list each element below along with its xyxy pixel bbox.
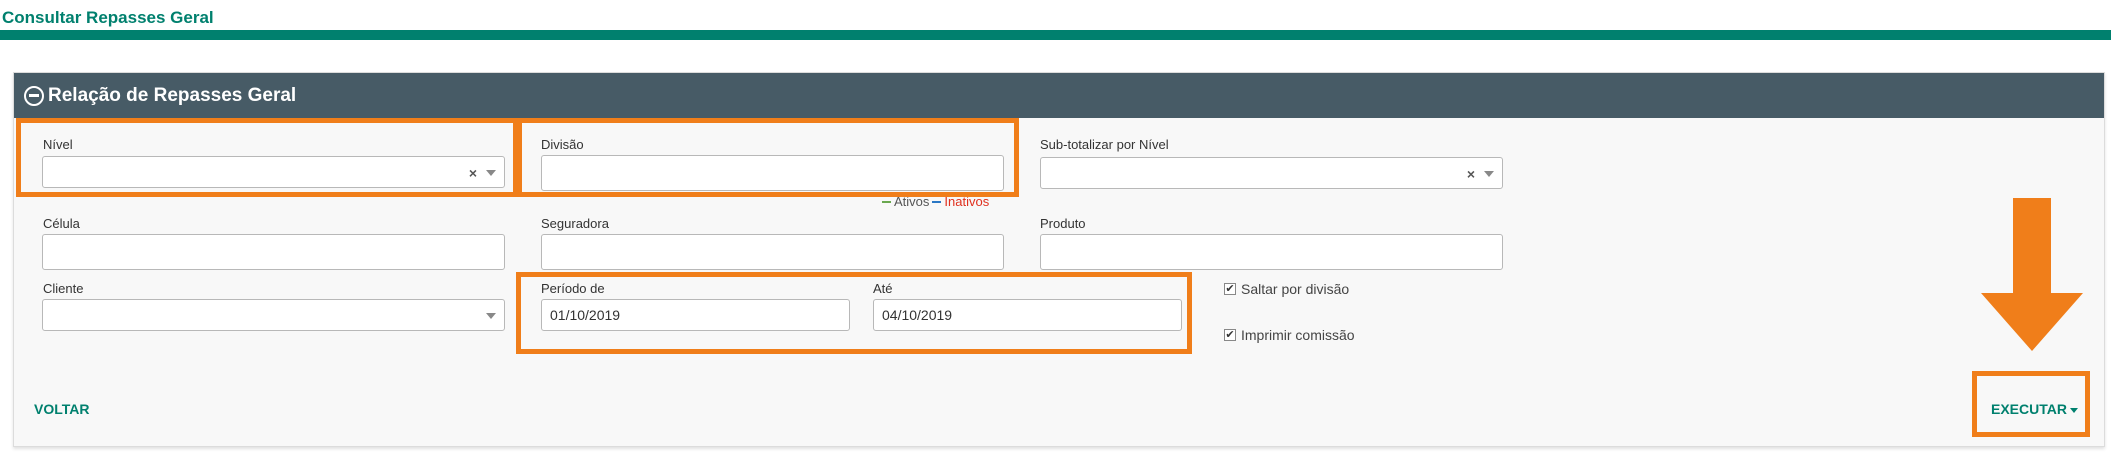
panel-header[interactable]: Relação de Repasses Geral	[14, 73, 2104, 118]
clear-icon[interactable]: ×	[469, 165, 477, 181]
caret-down-icon[interactable]	[2069, 407, 2078, 413]
produto-label: Produto	[1040, 216, 1086, 231]
inativos-swatch	[932, 200, 942, 203]
inativos-label: Inativos	[944, 194, 990, 209]
clear-icon[interactable]: ×	[1467, 166, 1475, 182]
panel-title: Relação de Repasses Geral	[48, 84, 297, 106]
ate-input[interactable]: 04/10/2019	[873, 299, 1182, 331]
divisao-label: Divisão	[541, 137, 584, 152]
periodo-de-value: 01/10/2019	[550, 307, 621, 323]
seguradora-label: Seguradora	[541, 216, 609, 231]
ate-label: Até	[873, 281, 893, 296]
subtotal-select[interactable]: ×	[1040, 157, 1503, 189]
title-divider	[0, 30, 2111, 40]
imprimir-label: Imprimir comissão	[1241, 327, 1355, 343]
nivel-label: Nível	[43, 137, 73, 152]
arrow-down-icon	[1981, 198, 2083, 351]
seguradora-input[interactable]	[541, 234, 1004, 270]
periodo-de-label: Período de	[541, 281, 605, 296]
page-title: Consultar Repasses Geral	[2, 8, 214, 27]
ate-value: 04/10/2019	[882, 307, 953, 323]
checkbox-checked-icon[interactable]: ✔	[1224, 283, 1236, 295]
cliente-select[interactable]	[42, 299, 505, 331]
collapse-icon[interactable]	[24, 85, 44, 106]
periodo-de-input[interactable]: 01/10/2019	[541, 299, 850, 331]
chevron-down-icon[interactable]	[486, 313, 496, 319]
divisao-input[interactable]	[541, 155, 1004, 191]
produto-input[interactable]	[1040, 234, 1503, 270]
saltar-label: Saltar por divisão	[1241, 281, 1350, 297]
chevron-down-icon[interactable]	[1484, 171, 1494, 177]
checkbox-checked-icon[interactable]: ✔	[1224, 329, 1236, 341]
celula-label: Célula	[43, 216, 80, 231]
subtotal-label: Sub-totalizar por Nível	[1040, 137, 1169, 152]
voltar-button[interactable]: VOLTAR	[34, 401, 89, 417]
cliente-label: Cliente	[43, 281, 84, 296]
status-legend: Ativos Inativos	[879, 194, 989, 209]
celula-input[interactable]	[42, 234, 505, 270]
executar-button[interactable]: EXECUTAR	[1991, 401, 2078, 417]
chevron-down-icon[interactable]	[486, 170, 496, 176]
executar-label: EXECUTAR	[1991, 401, 2067, 417]
nivel-select[interactable]: ×	[42, 156, 505, 188]
report-panel: Relação de Repasses Geral Nível × Divisã…	[13, 72, 2105, 447]
saltar-checkbox[interactable]: ✔ Saltar por divisão	[1224, 281, 1349, 297]
ativos-label: Ativos	[894, 194, 930, 209]
ativos-swatch	[882, 200, 891, 203]
imprimir-checkbox[interactable]: ✔ Imprimir comissão	[1224, 327, 1355, 343]
